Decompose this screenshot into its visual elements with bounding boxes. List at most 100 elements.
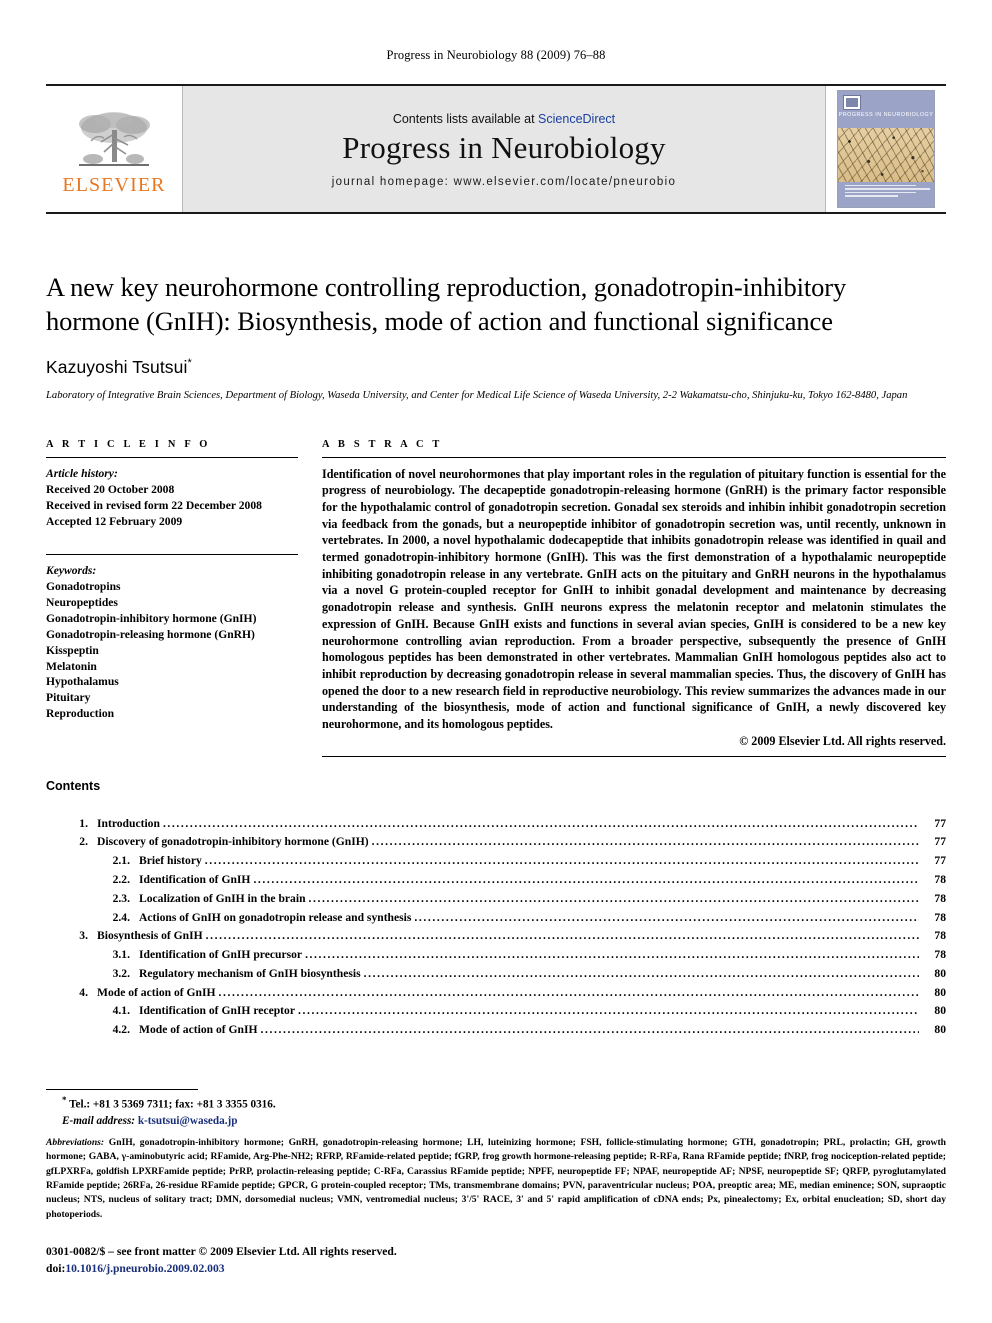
keyword-item: Gonadotropin-inhibitory hormone (GnIH) bbox=[46, 611, 257, 625]
history-accepted: Accepted 12 February 2009 bbox=[46, 514, 183, 528]
issn-front-matter: 0301-0082/$ – see front matter © 2009 El… bbox=[46, 1245, 397, 1259]
email-link[interactable]: k-tsutsui@waseda.jp bbox=[138, 1115, 238, 1127]
divider bbox=[322, 755, 946, 757]
toc-entry[interactable]: 2.2. Identification of GnIH..............… bbox=[46, 871, 946, 890]
toc-entry-label[interactable]: Actions of GnIH on gonadotropin release … bbox=[139, 909, 411, 928]
toc-entry-number: 1. bbox=[79, 816, 88, 830]
toc-entry-label[interactable]: Regulatory mechanism of GnIH biosynthesi… bbox=[139, 965, 361, 984]
toc-entry-page: 80 bbox=[934, 1004, 946, 1018]
toc-entry[interactable]: 2.3. Localization of GnIH in the brain...… bbox=[46, 890, 946, 909]
running-head: Progress in Neurobiology 88 (2009) 76–88 bbox=[386, 48, 606, 62]
toc-entry-page: 77 bbox=[934, 854, 946, 868]
cover-footer bbox=[838, 182, 934, 206]
toc-entry-number: 3. bbox=[79, 929, 88, 943]
imprint-block: 0301-0082/$ – see front matter © 2009 El… bbox=[46, 1244, 946, 1277]
toc-entry[interactable]: 2.1. Brief history.......................… bbox=[46, 852, 946, 871]
toc-entry[interactable]: 4.1. Identification of GnIH receptor.....… bbox=[46, 1002, 946, 1021]
abstract-text: Identification of novel neurohormones th… bbox=[322, 466, 946, 731]
keyword-item: Reproduction bbox=[46, 707, 115, 721]
cover-journal-name: PROGRESS IN NEUROBIOLOGY bbox=[838, 112, 934, 118]
toc-entry-page: 80 bbox=[934, 966, 946, 980]
email-label: E-mail address: bbox=[62, 1114, 136, 1127]
cover-rule bbox=[845, 191, 917, 194]
toc-entry-number: 4.1. bbox=[112, 1004, 130, 1018]
history-revised: Received in revised form 22 December 200… bbox=[46, 498, 262, 512]
affiliation: Laboratory of Integrative Brain Sciences… bbox=[46, 389, 908, 401]
toc-entry-page: 78 bbox=[934, 891, 946, 905]
toc-entry-page: 78 bbox=[934, 873, 946, 886]
keyword-item: Hypothalamus bbox=[46, 675, 119, 689]
toc-entry-label[interactable]: Biosynthesis of GnIH bbox=[97, 927, 203, 946]
keywords-block: Keywords: Gonadotropins Neuropeptides Go… bbox=[46, 553, 298, 723]
toc-entry[interactable]: 1. Introduction..........................… bbox=[46, 815, 946, 834]
toc-entry-label[interactable]: Identification of GnIH precursor bbox=[139, 946, 302, 965]
footnote-marker: * bbox=[62, 1095, 67, 1106]
abstract-column: A B S T R A C T Identification of novel … bbox=[314, 439, 946, 757]
toc-entry-number: 2.3. bbox=[112, 891, 130, 905]
toc-entry-label[interactable]: Mode of action of GnIH bbox=[97, 984, 216, 1003]
article-history-label: Article history: bbox=[46, 466, 118, 480]
keyword-item: Neuropeptides bbox=[46, 595, 118, 609]
toc-entry-label[interactable]: Brief history bbox=[139, 852, 202, 871]
footnote-tel-fax: Tel.: +81 3 5369 7311; fax: +81 3 3355 0… bbox=[69, 1098, 276, 1111]
cover-artwork bbox=[838, 128, 934, 182]
keywords-label: Keywords: bbox=[46, 563, 97, 577]
toc-entry[interactable]: 3. Biosynthesis of GnIH..................… bbox=[46, 927, 946, 946]
toc-entry[interactable]: 3.2. Regulatory mechanism of GnIH biosynt… bbox=[46, 965, 946, 984]
footnote-contact: * Tel.: +81 3 5369 7311; fax: +81 3 3355… bbox=[46, 1094, 946, 1114]
toc-entry[interactable]: 4. Mode of action of GnIH................… bbox=[46, 984, 946, 1003]
elsevier-logo: ELSEVIER bbox=[46, 86, 182, 212]
doi-link[interactable]: 10.1016/j.pneurobio.2009.02.003 bbox=[65, 1262, 224, 1275]
banner-center: Contents lists available at ScienceDirec… bbox=[182, 86, 826, 212]
toc-entry-label[interactable]: Identification of GnIH receptor bbox=[139, 1002, 295, 1021]
article-info-heading: A R T I C L E I N F O bbox=[46, 438, 211, 450]
toc-entry-number: 2.4. bbox=[112, 910, 130, 924]
toc-leader-dots: ........................................… bbox=[297, 1004, 919, 1018]
toc-entry-label[interactable]: Identification of GnIH bbox=[139, 871, 250, 890]
toc-leader-dots: ........................................… bbox=[363, 966, 919, 980]
footnote-divider bbox=[46, 1089, 198, 1091]
footnotes: * Tel.: +81 3 5369 7311; fax: +81 3 3355… bbox=[46, 1089, 946, 1277]
toc-entry-page: 77 bbox=[934, 835, 946, 849]
history-received: Received 20 October 2008 bbox=[46, 482, 175, 496]
toc-entry-page: 80 bbox=[934, 985, 946, 999]
keyword-item: Pituitary bbox=[46, 691, 91, 705]
contents-heading: Contents bbox=[46, 778, 101, 793]
toc-leader-dots: ........................................… bbox=[205, 929, 919, 943]
toc-leader-dots: ........................................… bbox=[305, 948, 919, 962]
toc-entry[interactable]: 4.2. Mode of action of GnIH..............… bbox=[46, 1021, 946, 1040]
keyword-item: Gonadotropin-releasing hormone (GnRH) bbox=[46, 627, 255, 641]
toc-leader-dots: ........................................… bbox=[162, 816, 919, 830]
toc-entry[interactable]: 3.1. Identification of GnIH precursor....… bbox=[46, 946, 946, 965]
toc-entry-label[interactable]: Discovery of gonadotropin-inhibitory hor… bbox=[97, 833, 369, 852]
toc-leader-dots: ........................................… bbox=[218, 985, 919, 999]
cover-rule bbox=[845, 185, 917, 187]
info-abstract-row: A R T I C L E I N F O Article history: R… bbox=[46, 439, 946, 757]
toc-entry[interactable]: 2.4. Actions of GnIH on gonadotropin rele… bbox=[46, 909, 946, 928]
corresponding-author-marker[interactable]: * bbox=[187, 357, 191, 369]
journal-title: Progress in Neurobiology bbox=[342, 129, 666, 165]
cover-publisher-mark-icon bbox=[843, 95, 861, 110]
abbreviations-label: Abbreviations: bbox=[46, 1136, 105, 1148]
table-of-contents: 1. Introduction..........................… bbox=[46, 815, 946, 1040]
divider bbox=[46, 553, 298, 555]
toc-leader-dots: ........................................… bbox=[253, 873, 919, 886]
sciencedirect-link[interactable]: ScienceDirect bbox=[538, 112, 615, 126]
cover-rule bbox=[845, 188, 930, 190]
doi-row: doi:10.1016/j.pneurobio.2009.02.003 bbox=[46, 1261, 946, 1277]
toc-entry-label[interactable]: Mode of action of GnIH bbox=[139, 1021, 258, 1040]
divider bbox=[322, 456, 946, 458]
toc-leader-dots: ........................................… bbox=[371, 835, 919, 849]
toc-entry-number: 4.2. bbox=[112, 1023, 130, 1037]
abstract-heading: A B S T R A C T bbox=[322, 438, 443, 450]
page-title: A new key neurohormone controlling repro… bbox=[46, 272, 847, 337]
keyword-item: Kisspeptin bbox=[46, 643, 99, 657]
toc-entry-page: 78 bbox=[934, 948, 946, 962]
toc-entry-page: 77 bbox=[934, 816, 946, 830]
toc-entry-number: 4. bbox=[79, 985, 88, 999]
journal-homepage-link[interactable]: journal homepage: www.elsevier.com/locat… bbox=[332, 176, 676, 188]
author-label: Kazuyoshi Tsutsui bbox=[46, 356, 188, 377]
toc-entry[interactable]: 2. Discovery of gonadotropin-inhibitory h… bbox=[46, 833, 946, 852]
toc-entry-label[interactable]: Introduction bbox=[97, 815, 160, 834]
toc-entry-label[interactable]: Localization of GnIH in the brain bbox=[139, 890, 306, 909]
